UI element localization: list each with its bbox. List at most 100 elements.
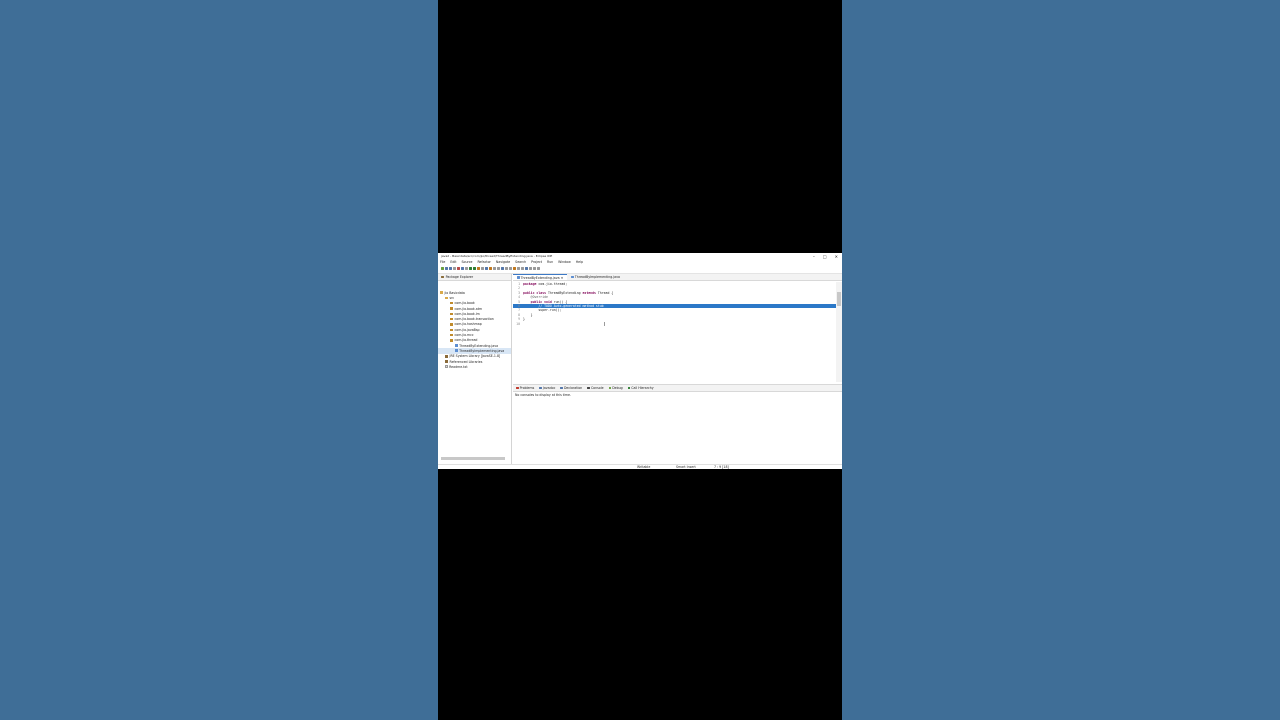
toolbar-button-icon[interactable]	[485, 267, 488, 270]
tree-item[interactable]: Readme.txt	[438, 364, 511, 369]
bottom-tab-label: Declaration	[563, 386, 583, 390]
menu-window[interactable]: Window	[558, 260, 571, 264]
toolbar-button-icon[interactable]	[525, 267, 528, 270]
toolbar-button-icon[interactable]	[513, 267, 516, 270]
menu-search[interactable]: Search	[515, 260, 526, 264]
toolbar-button-icon[interactable]	[481, 267, 484, 270]
tree-item-label: com.jio.book	[454, 301, 475, 306]
toolbar-button-icon[interactable]	[533, 267, 536, 270]
toolbar-button-icon[interactable]	[505, 267, 508, 270]
editor-tab[interactable]: ThreadByExtending.java ✕	[513, 274, 568, 280]
tree-item[interactable]: JRE System Library [JavaSE-1.8]	[438, 354, 511, 359]
console-icon	[587, 386, 590, 390]
editor-tab[interactable]: ThreadByImplementing.java	[567, 274, 624, 280]
tree-item-label: ThreadByExtending.java	[459, 343, 499, 348]
menu-source[interactable]: Source	[462, 260, 473, 264]
line-number: 10	[516, 321, 520, 326]
toolbar-button-icon[interactable]	[477, 267, 480, 270]
package-explorer: Package Explorer jio Basicdata src com.jio…	[438, 274, 512, 464]
tree-item-label: JRE System Library [JavaSE-1.8]	[449, 354, 501, 359]
package-icon	[450, 312, 453, 316]
tree-item-label: com.jio.thread	[454, 338, 478, 343]
call-hierarchy-icon	[627, 386, 631, 390]
problems-icon	[516, 386, 519, 390]
vertical-scrollbar[interactable]	[836, 282, 842, 382]
toolbar-button-icon[interactable]	[489, 267, 492, 270]
toolbar-button-icon[interactable]	[441, 267, 444, 270]
editor-tabs: ThreadByExtending.java ✕ ThreadByImplement…	[513, 274, 842, 281]
toolbar-button-icon[interactable]	[493, 267, 496, 270]
code-area[interactable]: 1 package com.jio.thread; 2 3 public class T…	[513, 282, 836, 382]
tab-problems[interactable]: Problems	[516, 386, 534, 390]
toolbar-button-icon[interactable]	[469, 267, 472, 270]
java-file-icon	[517, 276, 520, 279]
tab-debug[interactable]: Debug	[608, 386, 623, 390]
project-tree: jio Basicdata src com.jio.book com.jio.book…	[438, 281, 511, 369]
scrollbar-thumb[interactable]	[837, 292, 841, 306]
background-right	[842, 0, 1280, 720]
toolbar-button-icon[interactable]	[509, 267, 512, 270]
menu-run[interactable]: Run	[547, 260, 553, 264]
menu-file[interactable]: File	[440, 260, 445, 264]
bottom-tab-label: Call Hierarchy	[631, 386, 654, 390]
line-number: 6	[518, 303, 520, 308]
close-button[interactable]: ✕	[835, 254, 838, 259]
line-number: 8	[518, 312, 520, 317]
code-token: com.jio.thread;	[536, 282, 568, 286]
package-icon	[450, 307, 453, 310]
horizontal-scrollbar[interactable]	[441, 457, 505, 460]
java-file-icon	[571, 275, 574, 279]
package-explorer-icon	[441, 275, 444, 279]
line-number: 2	[518, 286, 520, 291]
menu-navigate[interactable]: Navigate	[496, 260, 510, 264]
code-line[interactable]: 10	[513, 322, 836, 326]
minimize-button[interactable]: –	[813, 254, 815, 259]
tree-item-label: com.jio.book.lm	[454, 311, 480, 316]
toolbar-button-icon[interactable]	[445, 267, 448, 270]
tree-item-label: com.jio.javaBsp	[454, 327, 480, 332]
toolbar-button-icon[interactable]	[517, 267, 520, 270]
bottom-tab-label: Javadoc	[542, 386, 556, 390]
toolbar-button-icon[interactable]	[501, 267, 504, 270]
toolbar	[438, 264, 842, 274]
code-token: public void	[523, 299, 552, 304]
menu-help[interactable]: Help	[576, 260, 583, 264]
text-cursor-icon: I	[604, 322, 606, 328]
toolbar-button-icon[interactable]	[461, 267, 464, 270]
tab-declaration[interactable]: Declaration	[560, 386, 582, 390]
bottom-tab-label: Console	[590, 386, 604, 390]
tab-call-hierarchy[interactable]: Call Hierarchy	[627, 386, 654, 390]
toolbar-button-icon[interactable]	[457, 267, 460, 270]
toolbar-button-icon[interactable]	[473, 267, 476, 270]
toolbar-button-icon[interactable]	[449, 267, 452, 270]
toolbar-button-icon[interactable]	[529, 267, 532, 270]
java-file-icon	[455, 349, 458, 353]
status-cursor-position: 7 : 9 [18]	[714, 465, 729, 469]
video-frame: java2 - Basicdata/src/com/jio/thread/Thr…	[438, 0, 842, 720]
toolbar-button-icon[interactable]	[521, 267, 524, 270]
toolbar-button-icon[interactable]	[537, 267, 540, 270]
toolbar-button-icon[interactable]	[465, 267, 468, 270]
package-explorer-title: Package Explorer	[445, 275, 474, 279]
java-file-icon	[455, 344, 458, 348]
menu-refactor[interactable]: Refactor	[477, 260, 490, 264]
window-title: java2 - Basicdata/src/com/jio/thread/Thr…	[441, 254, 553, 258]
tab-console[interactable]: Console	[587, 386, 604, 390]
package-icon	[450, 339, 453, 342]
maximize-button[interactable]: □	[823, 254, 827, 259]
project-icon	[440, 291, 443, 294]
menu-project[interactable]: Project	[531, 260, 542, 264]
eclipse-window: java2 - Basicdata/src/com/jio/thread/Thr…	[438, 253, 842, 469]
code-token: ThreadByExtending	[546, 290, 583, 295]
line-number: 3	[518, 290, 520, 295]
package-explorer-tab[interactable]: Package Explorer	[438, 274, 511, 281]
tree-item-label: Referenced Libraries	[449, 359, 483, 364]
tab-javadoc[interactable]: Javadoc	[539, 386, 555, 390]
close-tab-icon[interactable]: ✕	[561, 276, 564, 280]
toolbar-button-icon[interactable]	[453, 267, 456, 270]
toolbar-button-icon[interactable]	[497, 267, 500, 270]
status-writable: Writable	[637, 465, 651, 469]
package-icon	[450, 328, 453, 331]
background-left	[0, 0, 438, 720]
menu-edit[interactable]: Edit	[450, 260, 456, 264]
